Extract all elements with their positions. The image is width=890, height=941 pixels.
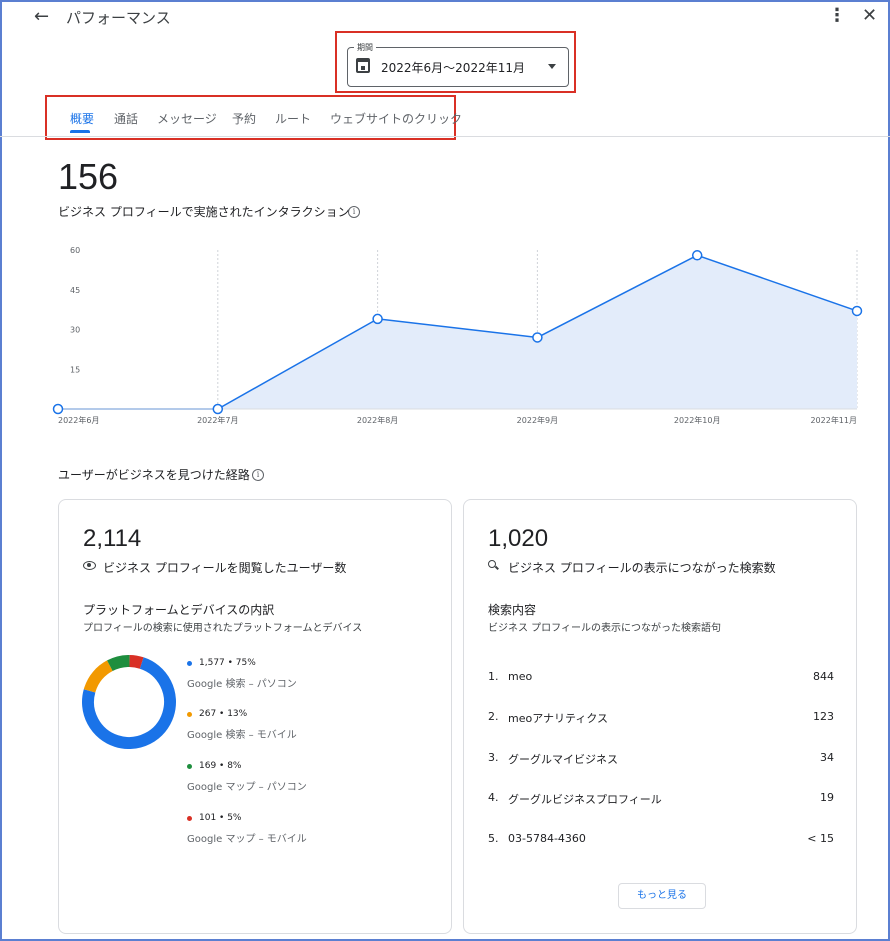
tab-messages[interactable]: メッセージ [157, 110, 217, 127]
legend-value: 101 • 5% [199, 813, 242, 823]
query-rank: 3. [488, 751, 499, 764]
query-text: 03-5784-4360 [508, 832, 586, 845]
query-text: meoアナリティクス [508, 712, 609, 725]
viewers-count: 2,114 [83, 525, 142, 552]
tab-directions[interactable]: ルート [275, 110, 311, 127]
chart-point [212, 403, 224, 415]
close-icon[interactable]: ✕ [862, 5, 877, 26]
interactions-chart: 15 30 45 60 2022年6月 2022年7月 2022年8月 2022年9月 2022… [52, 246, 863, 425]
query-count: 844 [813, 670, 834, 683]
query-text: meo [508, 670, 533, 683]
queries-title: 検索内容 [488, 603, 537, 617]
interactions-total: 156 [58, 156, 119, 197]
chart-y-tick: 15 [70, 365, 80, 374]
query-rank: 5. [488, 832, 499, 845]
chart-point [52, 403, 64, 415]
legend-name: Google 検索 – モバイル [187, 730, 297, 741]
searches-count: 1,020 [488, 525, 549, 552]
chart-x-tick: 2022年7月 [197, 415, 238, 425]
chart-point [372, 313, 383, 325]
chart-point [691, 250, 703, 261]
query-count: 123 [813, 710, 834, 723]
more-vert-icon[interactable]: ⋮ [828, 5, 846, 26]
legend-dot [187, 712, 192, 717]
queries-subtitle: ビジネス プロフィールの表示につながった検索語句 [488, 623, 721, 634]
tab-website-clicks[interactable]: ウェブサイトのクリック [330, 110, 462, 127]
tab-bookings[interactable]: 予約 [232, 110, 256, 127]
query-rank: 4. [488, 791, 499, 804]
platform-donut [82, 655, 176, 749]
chart-point [532, 332, 543, 343]
viewers-label: ビジネス プロフィールを閲覧したユーザー数 [103, 561, 347, 575]
discovery-info-icon[interactable]: i [252, 469, 264, 481]
query-rank: 1. [488, 670, 499, 683]
top-bar: ← パフォーマンス ⋮ ✕ [0, 0, 890, 34]
searches-card: 1,020 ビジネス プロフィールの表示につながった検索数 検索内容 ビジネス … [463, 499, 857, 934]
show-more-button[interactable]: もっと見る [618, 883, 706, 909]
legend-name: Google マップ – パソコン [187, 782, 307, 793]
query-text: グーグルビジネスプロフィール [508, 793, 662, 806]
interactions-description: ビジネス プロフィールで実施されたインタラクション [58, 205, 350, 219]
chart-area [58, 255, 857, 409]
info-icon[interactable]: i [348, 206, 360, 218]
chart-x-tick: 2022年9月 [517, 415, 558, 425]
legend-name: Google 検索 – パソコン [187, 679, 297, 690]
tab-overview[interactable]: 概要 [70, 110, 94, 127]
donut-slice [82, 655, 176, 749]
legend-name: Google マップ – モバイル [187, 834, 307, 845]
chart-x-tick: 2022年8月 [357, 415, 398, 425]
viewers-card: 2,114 ビジネス プロフィールを閲覧したユーザー数 プラットフォームとデバイ… [58, 499, 452, 934]
legend-value: 267 • 13% [199, 709, 248, 719]
arrow-left-icon[interactable]: ← [34, 6, 49, 27]
breakdown-subtitle: プロフィールの検索に使用されたプラットフォームとデバイス [83, 623, 363, 634]
discovery-title: ユーザーがビジネスを見つけた経路 [58, 468, 250, 482]
legend-value: 169 • 8% [199, 761, 242, 771]
legend-dot [187, 816, 192, 821]
chart-y-tick: 30 [70, 326, 80, 335]
period-label: 期間 [354, 42, 376, 53]
chevron-down-icon[interactable] [548, 64, 556, 69]
chart-x-tick: 2022年11月 [810, 415, 857, 425]
tab-calls[interactable]: 通話 [114, 110, 138, 127]
legend-dot [187, 764, 192, 769]
legend-value: 1,577 • 75% [199, 658, 256, 668]
query-text: グーグルマイビジネス [508, 753, 618, 766]
eye-icon [83, 561, 96, 570]
search-icon [488, 560, 496, 568]
query-count: 19 [820, 791, 834, 804]
period-value[interactable]: 2022年6月～2022年11月 [381, 59, 525, 76]
chart-x-tick: 2022年6月 [58, 415, 99, 425]
calendar-icon [356, 58, 370, 73]
chart-x-tick: 2022年10月 [674, 415, 721, 425]
chart-y-tick: 60 [70, 246, 80, 255]
breakdown-title: プラットフォームとデバイスの内訳 [83, 603, 275, 617]
searches-label: ビジネス プロフィールの表示につながった検索数 [508, 561, 776, 575]
query-rank: 2. [488, 710, 499, 723]
query-count: 34 [820, 751, 834, 764]
chart-point [851, 305, 863, 317]
page-title: パフォーマンス [66, 9, 171, 27]
chart-y-tick: 45 [70, 286, 80, 295]
legend-dot [187, 661, 192, 666]
tabs-divider [0, 136, 890, 137]
active-tab-indicator [70, 130, 90, 133]
query-count: < 15 [807, 832, 834, 845]
